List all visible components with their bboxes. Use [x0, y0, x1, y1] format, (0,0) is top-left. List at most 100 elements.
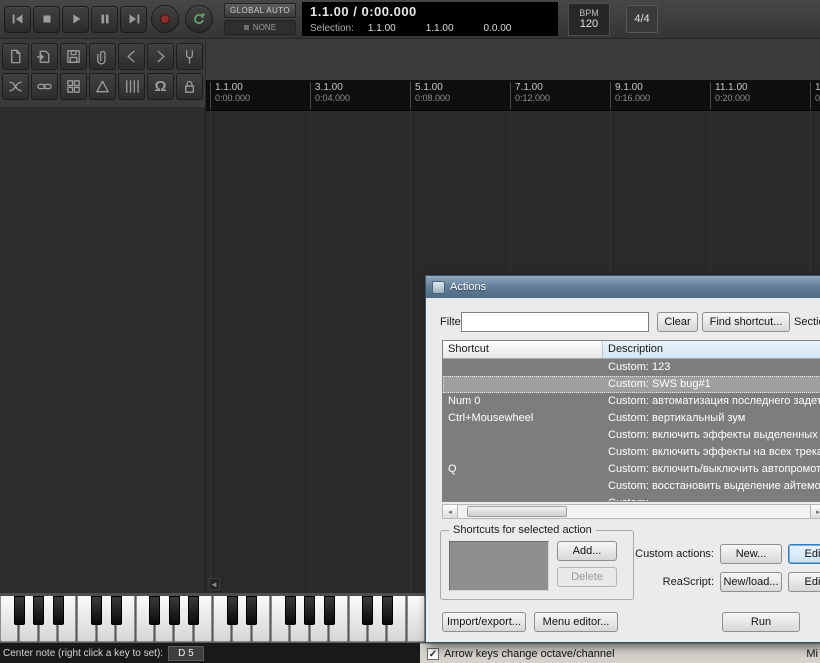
selection-length[interactable]: 0.0.00: [484, 23, 512, 34]
action-row[interactable]: Custom: восстановить выделение айтемов: [443, 478, 820, 495]
black-key[interactable]: [110, 596, 122, 625]
black-key[interactable]: [323, 596, 335, 625]
arrow-keys-checkbox[interactable]: ✓: [427, 647, 439, 660]
record-button[interactable]: [151, 5, 179, 33]
column-header-description[interactable]: Description: [603, 341, 820, 358]
action-row[interactable]: Custom:: [443, 495, 820, 501]
project-settings-button[interactable]: [89, 43, 116, 70]
stop-icon: [42, 15, 51, 23]
black-key[interactable]: [284, 596, 296, 625]
selection-start[interactable]: 1.1.00: [368, 23, 396, 34]
black-key[interactable]: [246, 596, 258, 625]
go-to-start-button[interactable]: [4, 5, 31, 33]
filter-input[interactable]: [461, 312, 649, 332]
open-project-icon: [36, 50, 50, 63]
black-key[interactable]: [168, 596, 180, 625]
column-header-shortcut[interactable]: Shortcut: [443, 341, 603, 358]
time-signature[interactable]: 4/4: [625, 5, 658, 33]
new-project-button[interactable]: [2, 43, 29, 70]
dialog-titlebar[interactable]: Actions: [426, 276, 820, 298]
shortcuts-listbox[interactable]: [449, 541, 549, 591]
action-row[interactable]: Ctrl+Mousewheel Custom: вертикальный зум: [443, 410, 820, 427]
action-row[interactable]: Num 0 Custom: автоматизация последнего за…: [443, 393, 820, 410]
automation-mode-button[interactable]: NONE: [224, 20, 296, 35]
black-key[interactable]: [381, 596, 393, 625]
grid-button[interactable]: [118, 73, 145, 100]
black-key[interactable]: [304, 596, 316, 625]
reaper-window: GLOBAL AUTO NONE 1.1.00 / 0:00.000 Selec…: [0, 0, 820, 663]
reascript-edit-button[interactable]: Edit: [788, 572, 820, 592]
global-auto-group: GLOBAL AUTO NONE: [224, 3, 296, 35]
open-project-button[interactable]: [31, 43, 58, 70]
black-key[interactable]: [362, 596, 374, 625]
link-icon: [37, 83, 52, 90]
action-description: Custom: вертикальный зум: [608, 412, 746, 424]
black-key[interactable]: [226, 596, 238, 625]
global-auto-button[interactable]: GLOBAL AUTO: [224, 3, 296, 18]
action-row[interactable]: Custom: включить эффекты на всех трека: [443, 444, 820, 461]
run-button[interactable]: Run: [722, 612, 800, 632]
action-row[interactable]: Custom: 123: [443, 359, 820, 376]
actions-hscrollbar[interactable]: ◂ ▸: [442, 504, 820, 519]
scrollbar-right-arrow[interactable]: ▸: [810, 505, 820, 518]
timeline-ruler[interactable]: 1.1.00 0:00.000 3.1.00 0:04.000 5.1.00 0:08.0…: [206, 80, 820, 111]
black-key[interactable]: [52, 596, 64, 625]
bpm-display[interactable]: BPM 120: [567, 2, 610, 36]
snap-button[interactable]: Ω: [147, 73, 174, 100]
ruler-mark: 7.1.00 0:12.000: [510, 82, 550, 109]
track-panel[interactable]: [0, 107, 206, 593]
find-shortcut-button[interactable]: Find shortcut...: [702, 312, 790, 332]
center-note-value[interactable]: D 5: [168, 645, 204, 661]
black-key[interactable]: [91, 596, 103, 625]
crossfade-icon: [9, 81, 22, 92]
white-key[interactable]: [406, 596, 425, 642]
transport-position: 1.1.00 / 0:00.000: [309, 4, 417, 19]
clear-button[interactable]: Clear: [657, 312, 698, 332]
bpm-label: BPM: [579, 8, 599, 18]
reascript-new-button[interactable]: New/load...: [720, 572, 782, 592]
ruler-mark: 9.1.00 0:16.000: [610, 82, 650, 109]
delete-shortcut-button[interactable]: Delete: [557, 567, 617, 587]
black-key[interactable]: [188, 596, 200, 625]
dialog-icon: [432, 280, 445, 294]
action-description: Custom: SWS bug#1: [608, 378, 711, 390]
item-grouping-button[interactable]: [60, 73, 87, 100]
scrollbar-left-arrow[interactable]: ◂: [443, 505, 458, 518]
stop-button[interactable]: [33, 5, 60, 33]
repeat-button[interactable]: [185, 5, 213, 33]
link-button[interactable]: [31, 73, 58, 100]
shortcuts-group-label: Shortcuts for selected action: [449, 524, 596, 536]
action-row[interactable]: Custom: SWS bug#1: [443, 376, 820, 393]
custom-actions-label: Custom actions:: [635, 548, 714, 560]
action-shortcut: Ctrl+Mousewheel: [448, 412, 534, 424]
selection-end[interactable]: 1.1.00: [426, 23, 454, 34]
lock-button[interactable]: [176, 73, 203, 100]
play-button[interactable]: [62, 5, 89, 33]
menu-editor-button[interactable]: Menu editor...: [534, 612, 618, 632]
undo-button[interactable]: [118, 43, 145, 70]
envelope-button[interactable]: [89, 73, 116, 100]
save-project-button[interactable]: [60, 43, 87, 70]
action-description: Custom: восстановить выделение айтемов: [608, 480, 820, 492]
time-display[interactable]: 1.1.00 / 0:00.000 Selection: 1.1.00 1.1.…: [301, 2, 558, 36]
redo-button[interactable]: [147, 43, 174, 70]
black-key[interactable]: [33, 596, 45, 625]
action-row[interactable]: Custom: включить эффекты выделенных т: [443, 427, 820, 444]
action-shortcut: [443, 427, 603, 444]
action-row[interactable]: Q Custom: включить/выключить автопромот: [443, 461, 820, 478]
custom-new-button[interactable]: New...: [720, 544, 782, 564]
add-shortcut-button[interactable]: Add...: [557, 541, 617, 561]
dialog-title: Actions: [450, 281, 487, 293]
crossfade-button[interactable]: [2, 73, 29, 100]
black-key[interactable]: [13, 596, 25, 625]
black-key[interactable]: [149, 596, 161, 625]
pause-button[interactable]: [91, 5, 118, 33]
redo-icon: [157, 50, 165, 63]
import-export-button[interactable]: Import/export...: [442, 612, 526, 632]
go-to-end-button[interactable]: [120, 5, 147, 33]
metronome-button[interactable]: [176, 43, 203, 70]
custom-edit-button[interactable]: Edit: [788, 544, 820, 564]
grid-line: [310, 111, 311, 593]
scrollbar-thumb[interactable]: [467, 506, 567, 517]
shortcuts-group: Shortcuts for selected action Add... Del…: [440, 524, 634, 600]
